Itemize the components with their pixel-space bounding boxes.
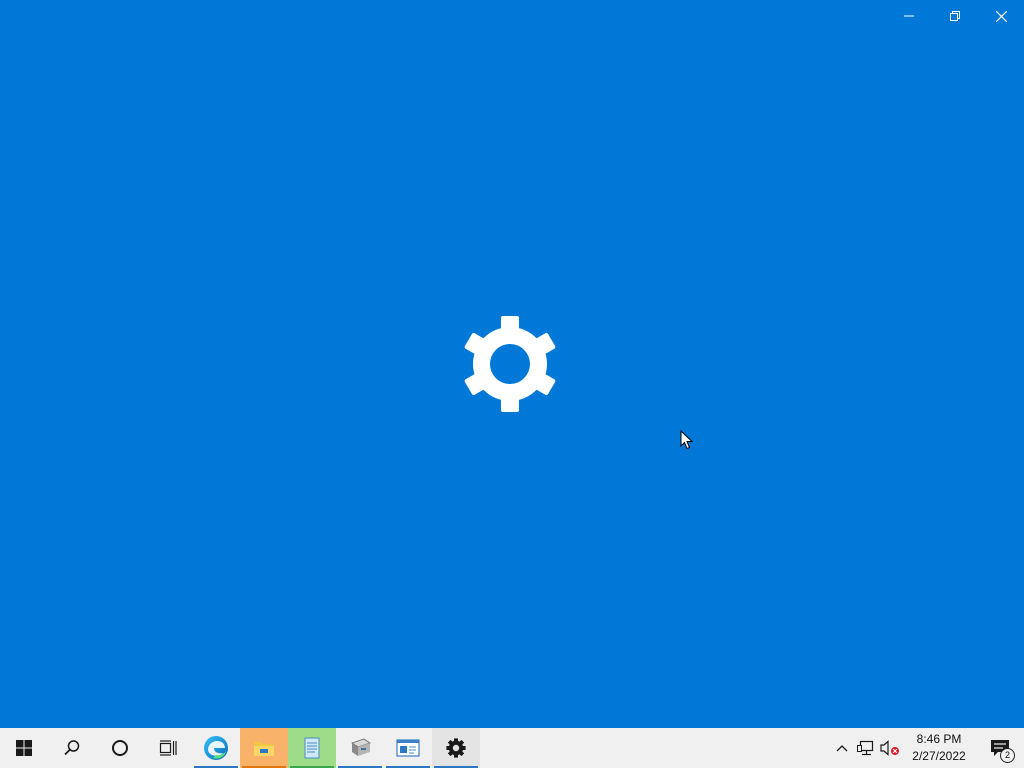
search-button[interactable] — [48, 728, 96, 768]
clock-date: 2/27/2022 — [912, 749, 966, 763]
settings-splash-window — [0, 0, 1024, 728]
restore-button[interactable] — [932, 0, 978, 32]
notepad-icon — [304, 737, 320, 759]
search-icon — [64, 740, 80, 756]
settings-gear-icon — [446, 738, 466, 758]
show-hidden-icons-button[interactable] — [830, 728, 854, 768]
printer-app-icon — [351, 738, 371, 756]
volume-tray-button[interactable] — [878, 728, 902, 768]
cortana-button[interactable] — [96, 728, 144, 768]
minimize-icon — [904, 15, 914, 17]
taskbar-clock[interactable]: 8:46 PM 2/27/2022 — [902, 728, 976, 768]
taskbar-edge-button[interactable] — [192, 728, 240, 768]
notification-count-badge: 2 — [1000, 748, 1015, 763]
taskbar-notepad-button[interactable] — [288, 728, 336, 768]
taskbar-printer-app-button[interactable] — [336, 728, 384, 768]
chevron-up-icon — [836, 745, 848, 752]
window-caption-buttons — [886, 0, 1024, 32]
close-icon — [995, 10, 1007, 22]
system-tray: 8:46 PM 2/27/2022 2 — [830, 728, 1024, 768]
close-button[interactable] — [978, 0, 1024, 32]
mouse-cursor-icon — [680, 430, 694, 450]
network-icon — [857, 740, 874, 756]
taskbar-control-panel-button[interactable] — [384, 728, 432, 768]
minimize-button[interactable] — [886, 0, 932, 32]
task-view-icon — [159, 740, 177, 756]
taskbar-settings-button[interactable] — [432, 728, 480, 768]
desktop-screen: 8:46 PM 2/27/2022 2 — [0, 0, 1024, 768]
network-tray-button[interactable] — [854, 728, 878, 768]
taskbar-file-explorer-button[interactable] — [240, 728, 288, 768]
action-center-button[interactable]: 2 — [976, 728, 1024, 768]
gear-icon — [464, 316, 556, 412]
clock-time: 8:46 PM — [916, 732, 962, 746]
edge-browser-icon — [204, 736, 228, 760]
volume-muted-icon — [880, 740, 899, 756]
file-explorer-icon — [254, 742, 274, 756]
cortana-icon — [112, 740, 128, 756]
taskbar: 8:46 PM 2/27/2022 2 — [0, 728, 1024, 768]
control-panel-icon — [396, 739, 420, 757]
start-button[interactable] — [0, 728, 48, 768]
task-view-button[interactable] — [144, 728, 192, 768]
windows-start-icon — [16, 740, 32, 756]
restore-icon — [950, 11, 960, 21]
